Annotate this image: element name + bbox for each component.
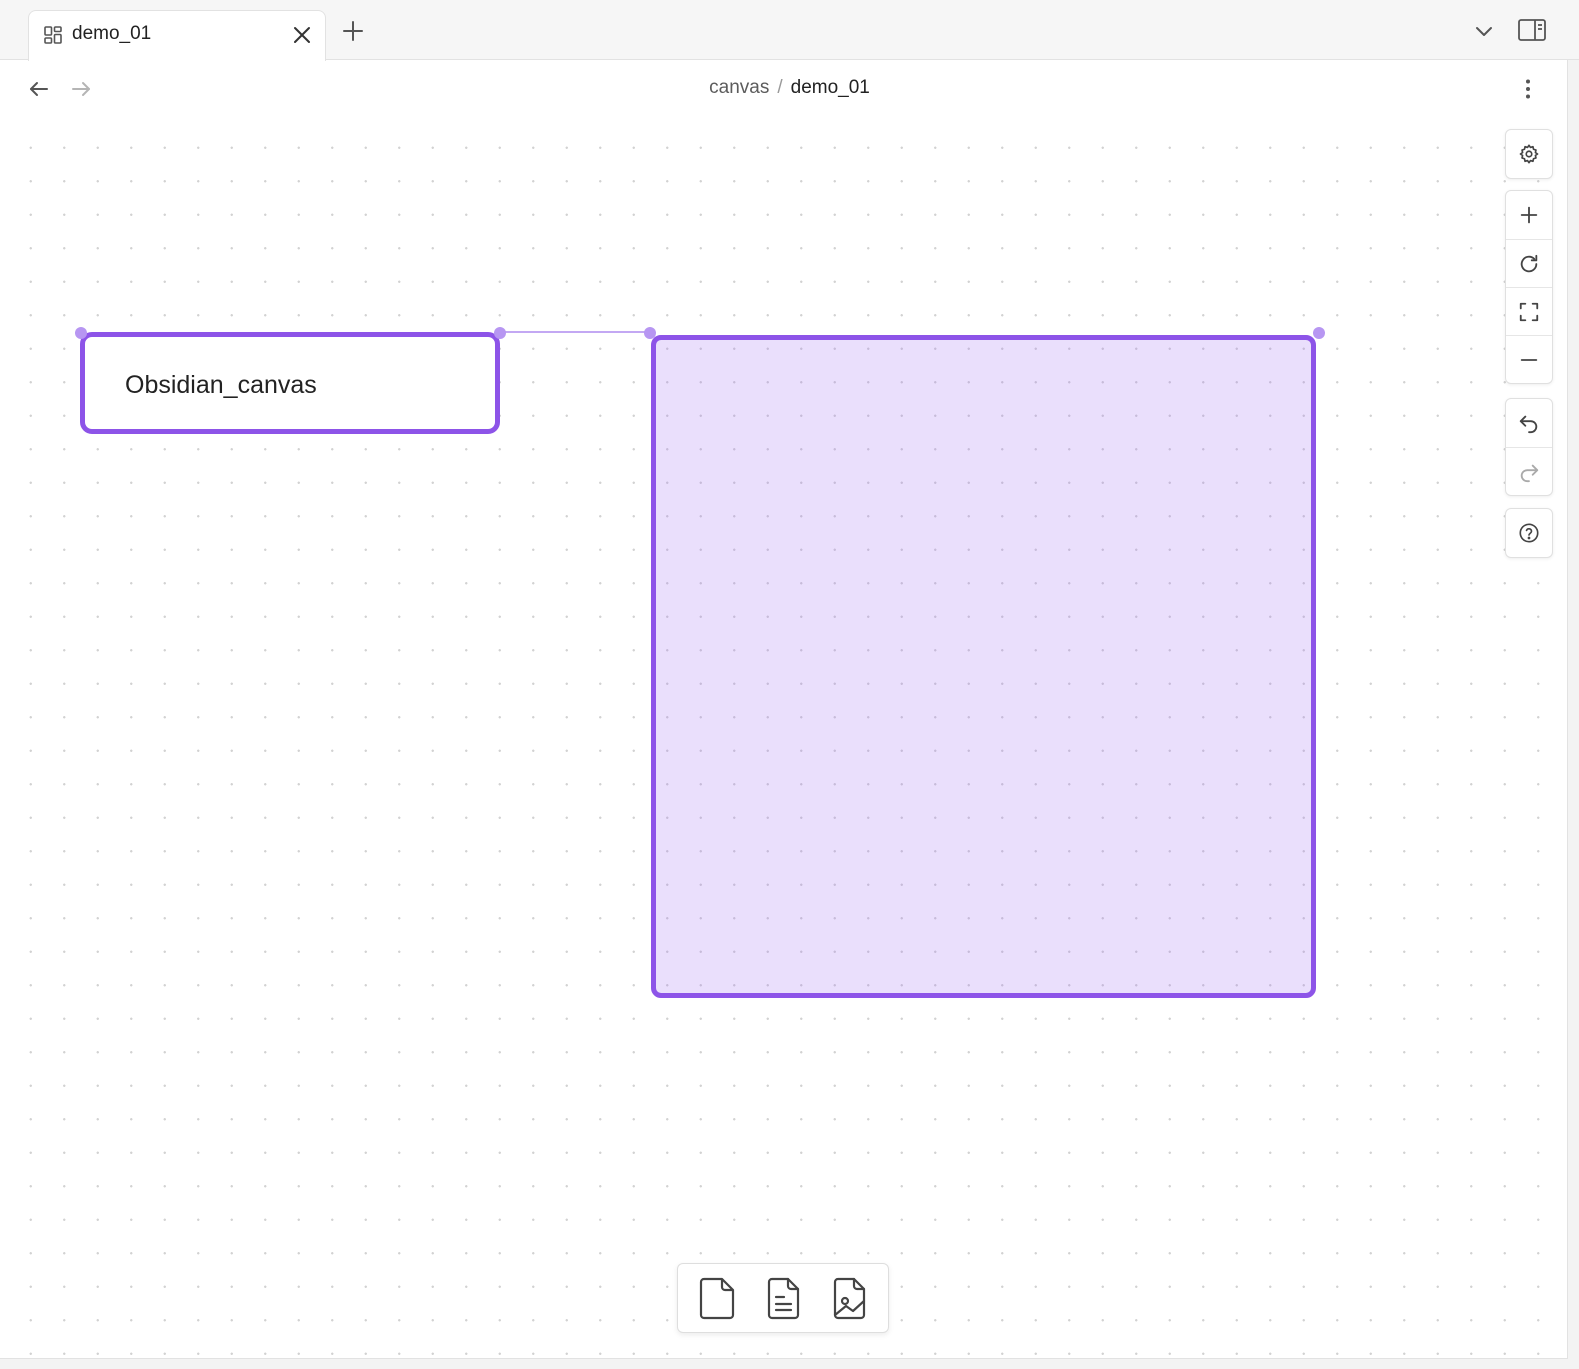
zoom-out-button[interactable]: [1506, 335, 1552, 383]
breadcrumb-parent[interactable]: canvas: [709, 77, 769, 98]
resize-handle[interactable]: [1313, 327, 1325, 339]
history-control-group: [1505, 398, 1553, 496]
rotate-cw-icon: [1520, 254, 1538, 272]
canvas-layout-icon: [44, 26, 62, 44]
view-header: canvas / demo_01: [0, 61, 1579, 117]
zoom-to-fit-button[interactable]: [1506, 287, 1552, 335]
card-creation-menu: [677, 1263, 889, 1333]
help-button[interactable]: [1506, 509, 1552, 557]
more-options-icon[interactable]: [1515, 76, 1541, 102]
resize-handle[interactable]: [75, 327, 87, 339]
text-card-node[interactable]: Obsidian_canvas: [80, 332, 500, 434]
chevron-down-icon[interactable]: [1472, 20, 1496, 44]
card-text: Obsidian_canvas: [125, 371, 317, 399]
breadcrumb-separator: /: [777, 77, 783, 98]
window-edge-bottom: [0, 1358, 1568, 1369]
redo-icon: [1520, 464, 1539, 482]
tab-demo-01[interactable]: demo_01: [28, 10, 326, 61]
note-file-icon: [767, 1277, 800, 1320]
maximize-icon: [1519, 302, 1539, 321]
plus-icon: [1520, 206, 1538, 224]
zoom-in-button[interactable]: [1506, 191, 1552, 239]
help-circle-icon: [1519, 523, 1539, 543]
tab-title: demo_01: [72, 23, 152, 44]
breadcrumb: canvas / demo_01: [0, 77, 1579, 99]
resize-handle[interactable]: [494, 327, 506, 339]
reset-zoom-button[interactable]: [1506, 239, 1552, 287]
add-card-button[interactable]: [689, 1270, 745, 1326]
window-edge-right: [1567, 60, 1579, 1369]
new-tab-plus-icon[interactable]: [340, 18, 366, 44]
settings-control-group: [1505, 129, 1553, 179]
close-icon[interactable]: [291, 24, 313, 46]
add-media-button[interactable]: [821, 1270, 877, 1326]
resize-handle[interactable]: [644, 327, 656, 339]
tab-bar: demo_01: [0, 0, 1579, 61]
sidebar-toggle-icon[interactable]: [1516, 16, 1548, 44]
canvas-settings-button[interactable]: [1506, 130, 1552, 178]
minus-icon: [1520, 358, 1538, 361]
blank-card-icon: [699, 1277, 735, 1320]
breadcrumb-current[interactable]: demo_01: [791, 77, 870, 98]
gear-icon: [1519, 144, 1539, 164]
undo-button[interactable]: [1506, 399, 1552, 447]
redo-button[interactable]: [1506, 447, 1552, 495]
group-node[interactable]: [651, 335, 1316, 998]
add-note-button[interactable]: [755, 1270, 811, 1326]
undo-icon: [1519, 415, 1538, 434]
media-file-icon: [833, 1277, 866, 1320]
zoom-control-group: [1505, 190, 1553, 384]
help-control-group: [1505, 508, 1553, 558]
